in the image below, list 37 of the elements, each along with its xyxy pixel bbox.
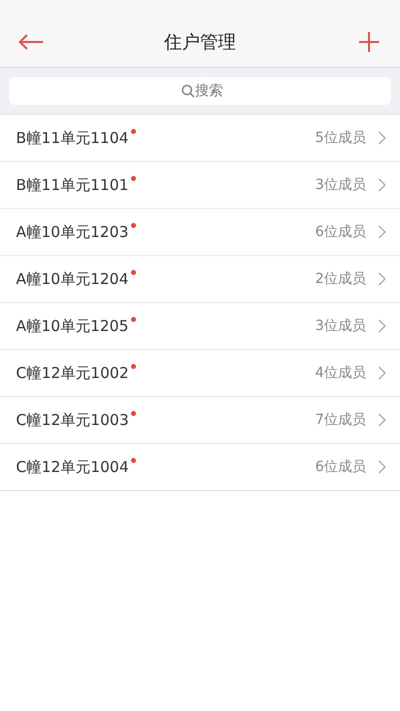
chevron-icon (378, 178, 386, 192)
chevron-icon (378, 225, 386, 239)
household-name: C幢12单元1004 (16, 458, 129, 476)
chevron-icon (378, 413, 386, 427)
household-name: B幢11单元1101 (16, 176, 129, 194)
member-count: 5位成员 (315, 129, 366, 147)
page-title: 住户管理 (163, 30, 237, 54)
household-name: B幢11单元1104 (16, 128, 129, 148)
back-icon[interactable] (18, 34, 44, 50)
household-row[interactable]: B幢11单元1101 3位成员 (0, 161, 400, 208)
member-count: 7位成员 (315, 411, 366, 429)
household-row[interactable]: B幢11单元1104 5位成员 (0, 115, 400, 161)
member-count: 3位成员 (315, 176, 366, 194)
member-count: 3位成员 (315, 317, 366, 335)
chevron-icon (378, 131, 386, 145)
household-name: C幢12单元1003 (16, 410, 129, 430)
household-row[interactable]: C幢12单元1002 4位成员 (0, 349, 400, 396)
household-name: A幢10单元1205 (16, 316, 129, 336)
search-field[interactable]: 搜索 (9, 77, 391, 105)
household-row[interactable]: A幢10单元1203 6位成员 (0, 208, 400, 255)
chevron-icon (378, 366, 386, 380)
household-row[interactable]: A幢10单元1204 2位成员 (0, 255, 400, 302)
member-count: 6位成员 (315, 458, 366, 476)
member-count: 2位成员 (315, 270, 366, 288)
add-icon[interactable] (359, 32, 379, 52)
household-row[interactable]: C幢12单元1003 7位成员 (0, 396, 400, 443)
household-name: A幢10单元1204 (16, 270, 129, 288)
household-row[interactable]: A幢10单元1205 3位成员 (0, 302, 400, 349)
household-name: A幢10单元1203 (16, 222, 129, 242)
search-icon (181, 84, 195, 98)
member-count: 6位成员 (315, 223, 366, 241)
chevron-icon (378, 319, 386, 333)
household-name: C幢12单元1002 (16, 364, 129, 382)
chevron-icon (378, 460, 386, 474)
member-count: 4位成员 (315, 364, 366, 382)
household-row[interactable]: C幢12单元1004 6位成员 (0, 443, 400, 490)
chevron-icon (378, 272, 386, 286)
